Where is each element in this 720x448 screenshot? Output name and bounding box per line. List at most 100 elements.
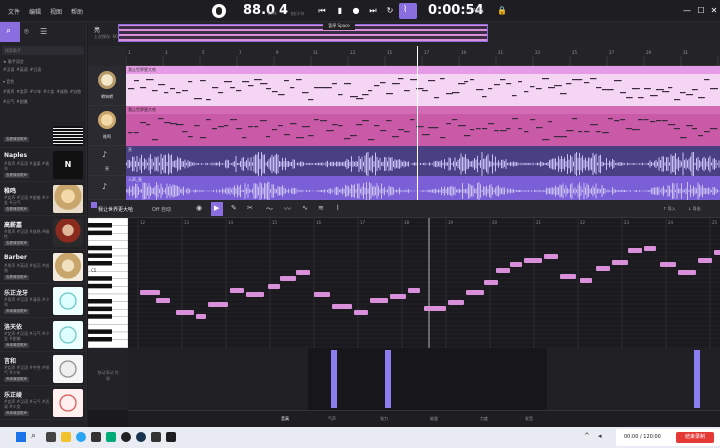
note[interactable]: [268, 284, 280, 289]
language-section[interactable]: ★ 歌手语言: [3, 59, 24, 65]
param-bar[interactable]: [385, 350, 391, 408]
loop-icon[interactable]: ↻: [385, 6, 395, 16]
param-bar[interactable]: [694, 350, 700, 408]
app-icon[interactable]: [91, 432, 101, 442]
skip-back-icon[interactable]: ⏮: [317, 6, 327, 16]
tag[interactable]: #甜美: [16, 98, 27, 106]
track-header[interactable]: 稚鸣: [88, 106, 126, 146]
tab-settings[interactable]: ☰: [40, 27, 47, 36]
emotion-badge[interactable]: 声库情感歌声: [4, 377, 29, 382]
track-lane[interactable]: 人声_亮: [126, 176, 720, 200]
skip-forward-icon[interactable]: ⏭: [368, 6, 378, 16]
tag[interactable]: #英语: [16, 67, 27, 73]
track-header[interactable]: ♪: [88, 176, 126, 200]
emotion-badge[interactable]: 声库情感歌声: [4, 309, 29, 314]
singer-card[interactable]: 乐正绫 #女声 #汉语 #元气 #活泼 #少女 声库情感歌声: [0, 386, 86, 420]
singer-card[interactable]: 高薪嘉 #男声 #汉语 #成熟 #磁性 查看情感歌声: [0, 216, 86, 250]
note[interactable]: [560, 274, 576, 279]
note[interactable]: [370, 298, 388, 303]
folder-icon[interactable]: [61, 432, 71, 442]
track-lane[interactable]: 我让世界更大哈: [126, 66, 720, 106]
tag[interactable]: #治愈: [70, 88, 81, 96]
note[interactable]: [698, 258, 712, 263]
tag[interactable]: #汉语: [3, 67, 14, 73]
note[interactable]: [466, 290, 484, 295]
note[interactable]: [296, 270, 310, 275]
note[interactable]: [280, 276, 296, 281]
tab-singers[interactable]: ⌕: [0, 22, 20, 42]
pitch-draw-icon[interactable]: 〰: [284, 204, 291, 214]
snap-select[interactable]: Off 自动: [152, 206, 171, 213]
note[interactable]: [314, 292, 330, 297]
note[interactable]: [660, 262, 676, 267]
note[interactable]: [156, 298, 170, 303]
tab-breath[interactable]: 气声: [328, 416, 336, 422]
note[interactable]: [354, 310, 368, 315]
smooth-icon[interactable]: ⌇: [336, 204, 339, 212]
tag[interactable]: #日语: [30, 67, 41, 73]
note[interactable]: [208, 302, 228, 307]
note[interactable]: [176, 310, 194, 315]
search-input[interactable]: 搜索歌手: [2, 46, 84, 55]
import-button[interactable]: ↑ 导入: [663, 206, 676, 212]
note[interactable]: [140, 290, 160, 295]
emotion-badge[interactable]: 查看情感歌声: [4, 241, 29, 246]
emotion-badge[interactable]: 查看情感歌声: [4, 137, 29, 142]
app-icon[interactable]: [106, 432, 116, 442]
note[interactable]: [678, 270, 696, 275]
note-grid[interactable]: 12 13 14 15 16 17 18 19 20 21 22 23 24 25: [128, 218, 720, 348]
tab-effects[interactable]: ⌾: [24, 27, 29, 37]
tag[interactable]: #少女: [43, 88, 54, 96]
close-icon[interactable]: ✕: [709, 6, 719, 16]
menu-file[interactable]: 文件: [8, 7, 20, 16]
note[interactable]: [644, 246, 656, 251]
menu-view[interactable]: 视图: [50, 7, 62, 16]
stop-record-button[interactable]: 结束录制: [676, 432, 714, 443]
logo-icon[interactable]: [212, 4, 226, 18]
note[interactable]: [596, 266, 610, 271]
track-lane[interactable]: 我让世界更大哈: [126, 106, 720, 146]
overview-window[interactable]: [118, 24, 488, 42]
note[interactable]: [196, 314, 206, 319]
note[interactable]: [524, 258, 542, 263]
play-pause-icon[interactable]: ▮: [335, 6, 345, 16]
singer-card[interactable]: 言和 #女声 #汉语 #中性 #帅气 #少年 声库情感歌声: [0, 352, 86, 386]
singer-card[interactable]: 乐正龙牙 #男声 #汉语 #清亮 #少年 声库情感歌声: [0, 284, 86, 318]
singer-card[interactable]: 稚鸣 #女声 #汉语 #甜美 #少女 #元气 查看情感歌声: [0, 182, 86, 216]
note[interactable]: [496, 268, 510, 273]
piano-keyboard[interactable]: C5: [87, 217, 129, 348]
emotion-badge[interactable]: 声库情感歌声: [4, 411, 29, 416]
playhead[interactable]: [417, 46, 418, 200]
lock-icon[interactable]: 🔒: [497, 6, 507, 16]
emotion-badge[interactable]: 查看情感歌声: [4, 207, 29, 212]
track-lane[interactable]: 亮: [126, 146, 720, 176]
tab-phoneme[interactable]: 发音: [525, 416, 533, 422]
app-icon[interactable]: [166, 432, 176, 442]
maximize-icon[interactable]: ☐: [696, 6, 706, 16]
note[interactable]: [448, 300, 464, 305]
menu-help[interactable]: 帮助: [71, 7, 83, 16]
eye-icon[interactable]: ◉: [196, 204, 202, 212]
pencil-icon[interactable]: ✎: [231, 204, 237, 212]
metronome-button[interactable]: ⌇: [399, 3, 417, 19]
wave-tool-icon[interactable]: ≋: [318, 204, 324, 212]
search-icon[interactable]: ⌕: [31, 431, 36, 441]
export-button[interactable]: ↓ 导出: [688, 206, 701, 212]
singer-card[interactable]: 洛天依 #女声 #汉语 #元气 #少女 #甜美 声库情感歌声: [0, 318, 86, 352]
tag[interactable]: #男声: [3, 88, 14, 96]
tray-chevron-icon[interactable]: ^: [584, 432, 590, 440]
note[interactable]: [544, 254, 558, 259]
note[interactable]: [408, 288, 420, 293]
volume-icon[interactable]: ◂: [598, 432, 602, 440]
timbre-section[interactable]: ▾ 音色: [3, 79, 14, 85]
note[interactable]: [628, 248, 642, 253]
record-icon[interactable]: ●: [351, 6, 361, 16]
tab-energy[interactable]: 能量: [430, 416, 438, 422]
param-bar[interactable]: [331, 350, 337, 408]
beats-value[interactable]: 4: [279, 3, 288, 18]
vibrato-icon[interactable]: ∿: [302, 204, 308, 212]
track-header[interactable]: ♪ 亮: [88, 146, 126, 176]
tag[interactable]: #成熟: [56, 88, 67, 96]
taskview-icon[interactable]: [46, 432, 56, 442]
pitch-tool-icon[interactable]: 〜: [266, 204, 273, 214]
